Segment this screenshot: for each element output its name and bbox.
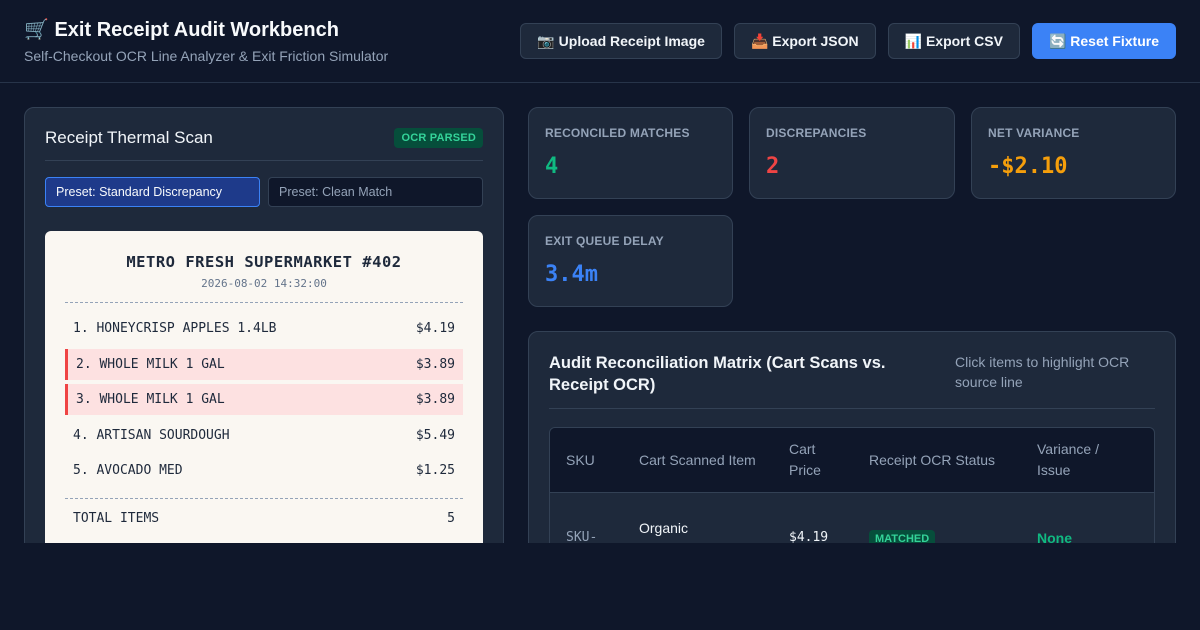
- receipt-divider: [65, 302, 463, 303]
- receipt-line-price: $5.49: [415, 427, 455, 443]
- receipt-total: TOTAL ITEMS 5: [65, 511, 463, 526]
- receipt-total-label: TOTAL ITEMS: [73, 511, 160, 526]
- audit-matrix-panel: Audit Reconciliation Matrix (Cart Scans …: [528, 331, 1176, 543]
- app-subtitle: Self-Checkout OCR Line Analyzer & Exit F…: [24, 48, 389, 64]
- stat-label: RECONCILED MATCHES: [545, 126, 690, 140]
- stat-net-variance: NET VARIANCE -$2.10: [971, 107, 1176, 199]
- brand: 🛒 Exit Receipt Audit Workbench Self-Chec…: [24, 18, 388, 64]
- receipt-datetime: 2026-08-02 14:32:00: [201, 277, 327, 290]
- column-header-sku[interactable]: SKU: [550, 450, 623, 471]
- audit-table: SKU Cart Scanned Item Cart Price Receipt…: [549, 427, 1155, 543]
- cell-ocr-status: MATCHED: [853, 527, 1021, 543]
- stat-label: EXIT QUEUE DELAY: [545, 234, 664, 248]
- ocr-status-badge: OCR PARSED: [394, 128, 483, 148]
- audit-matrix-hint: Click items to highlight OCR source line: [955, 354, 1130, 390]
- header-actions: 📷 Upload Receipt Image 📥 Export JSON 📊 E…: [520, 23, 1176, 59]
- receipt-panel-title: Receipt Thermal Scan: [45, 128, 213, 147]
- receipt-line-price: $3.89: [415, 392, 455, 407]
- receipt-panel-header: Receipt Thermal Scan OCR PARSED: [45, 128, 483, 161]
- status-badge: MATCHED: [869, 529, 936, 543]
- receipt-line-label: 3. WHOLE MILK 1 GAL: [76, 392, 225, 407]
- receipt-line-flagged[interactable]: 2. WHOLE MILK 1 GAL $3.89: [65, 348, 463, 380]
- receipt-line-price: $3.89: [415, 356, 455, 372]
- receipt-line-label: 5. AVOCADO MED: [73, 463, 183, 478]
- stat-label: NET VARIANCE: [988, 126, 1080, 140]
- export-csv-button[interactable]: 📊 Export CSV: [887, 23, 1020, 59]
- receipt-scan: METRO FRESH SUPERMARKET #402 2026-08-02 …: [45, 231, 483, 543]
- stat-value: 2: [766, 154, 780, 179]
- reset-fixture-button[interactable]: 🔄 Reset Fixture: [1031, 23, 1176, 59]
- audit-matrix-title: Audit Reconciliation Matrix (Cart Scans …: [549, 354, 886, 394]
- receipt-line[interactable]: 4. ARTISAN SOURDOUGH $5.49: [65, 420, 463, 451]
- stat-discrepancies: DISCREPANCIES 2: [749, 107, 955, 199]
- workspace: Receipt Thermal Scan OCR PARSED Preset: …: [0, 83, 1200, 543]
- table-row[interactable]: SKU- Organic Honeycrisp $4.19 MATCHED No…: [550, 492, 1154, 543]
- preset-clean-match[interactable]: Preset: Clean Match: [268, 177, 483, 207]
- receipt-line[interactable]: 1. HONEYCRISP APPLES 1.4LB $4.19: [65, 313, 463, 344]
- receipt-total-value: 5: [447, 511, 455, 526]
- stat-value: 3.4m: [545, 262, 598, 287]
- receipt-store-name: METRO FRESH SUPERMARKET #402: [126, 253, 402, 271]
- receipt-line-price: $4.19: [415, 321, 455, 336]
- app-title: 🛒 Exit Receipt Audit Workbench: [24, 19, 339, 41]
- app-header: 🛒 Exit Receipt Audit Workbench Self-Chec…: [0, 0, 1200, 83]
- cell-variance: None: [1037, 529, 1072, 544]
- stat-label: DISCREPANCIES: [766, 126, 867, 140]
- preset-selector: Preset: Standard Discrepancy Preset: Cle…: [45, 177, 483, 207]
- stat-value: -$2.10: [988, 154, 1068, 179]
- audit-matrix-header: Audit Reconciliation Matrix (Cart Scans …: [549, 352, 1155, 409]
- stat-exit-queue-delay: EXIT QUEUE DELAY 3.4m: [528, 215, 733, 307]
- receipt-line-label: 2. WHOLE MILK 1 GAL: [76, 356, 225, 372]
- cell-cart-item: Organic Honeycrisp: [639, 519, 709, 544]
- column-header-cart-item[interactable]: Cart Scanned Item: [623, 450, 773, 471]
- receipt-line-label: 1. HONEYCRISP APPLES 1.4LB: [73, 321, 277, 336]
- receipt-panel: Receipt Thermal Scan OCR PARSED Preset: …: [24, 107, 504, 543]
- table-header-row: SKU Cart Scanned Item Cart Price Receipt…: [550, 428, 1154, 492]
- upload-receipt-button[interactable]: 📷 Upload Receipt Image: [520, 23, 722, 59]
- receipt-line[interactable]: 5. AVOCADO MED $1.25: [65, 455, 463, 486]
- stat-reconciled-matches: RECONCILED MATCHES 4: [528, 107, 733, 199]
- column-header-ocr-status[interactable]: Receipt OCR Status: [853, 450, 1021, 471]
- receipt-line-label: 4. ARTISAN SOURDOUGH: [73, 427, 230, 443]
- receipt-divider: [65, 498, 463, 499]
- receipt-line-price: $1.25: [415, 463, 455, 478]
- column-header-variance[interactable]: Variance / Issue: [1021, 439, 1141, 481]
- cell-sku: SKU-: [566, 529, 598, 544]
- receipt-line-flagged[interactable]: 3. WHOLE MILK 1 GAL $3.89: [65, 384, 463, 415]
- export-json-button[interactable]: 📥 Export JSON: [733, 23, 876, 59]
- stat-value: 4: [545, 154, 559, 179]
- column-header-cart-price[interactable]: Cart Price: [773, 439, 853, 481]
- preset-standard-discrepancy[interactable]: Preset: Standard Discrepancy: [45, 177, 260, 207]
- cell-cart-price: $4.19: [789, 529, 829, 544]
